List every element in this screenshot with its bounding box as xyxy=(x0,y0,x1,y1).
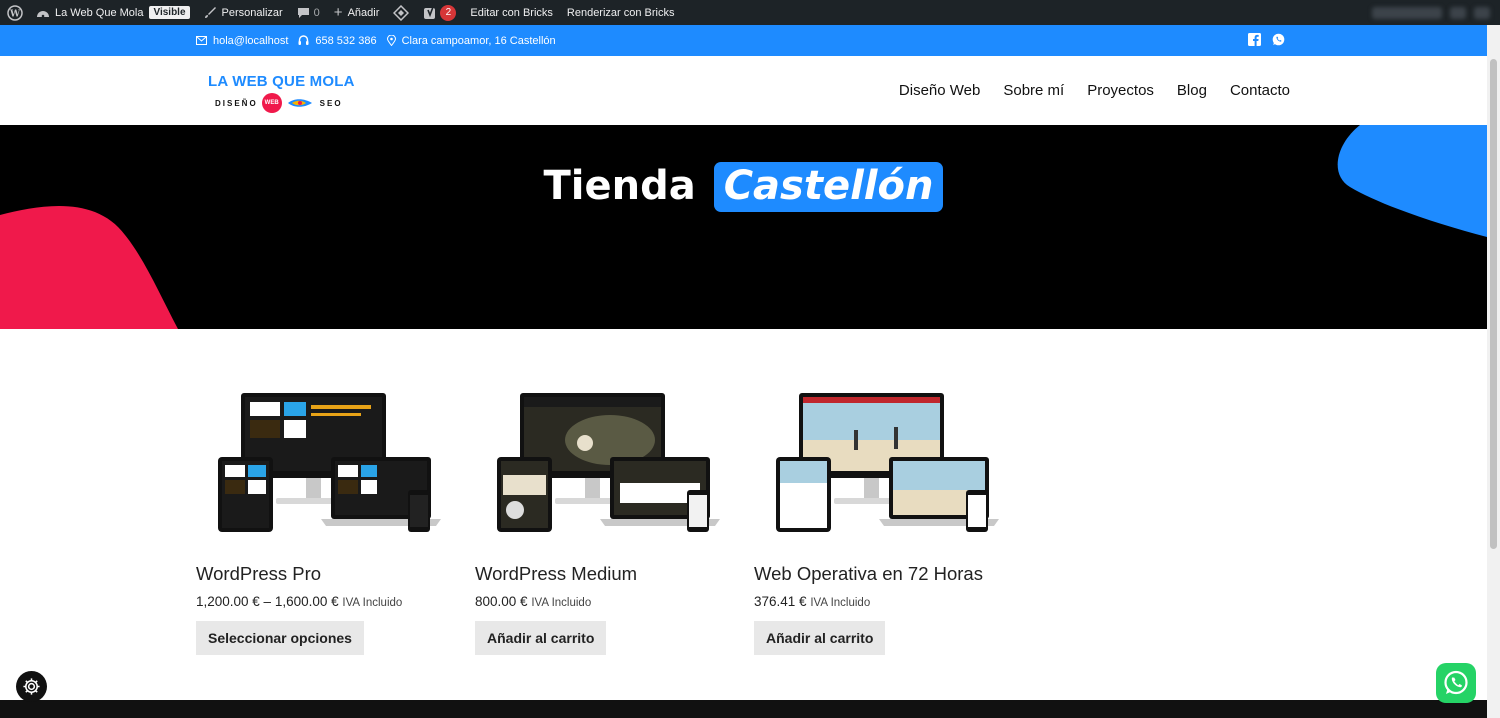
brush-icon xyxy=(204,7,216,18)
facebook-icon[interactable] xyxy=(1248,33,1261,46)
nav-item-sobre-mi[interactable]: Sobre mí xyxy=(1003,82,1064,99)
product-name[interactable]: Web Operativa en 72 Horas xyxy=(754,563,1004,585)
product-card: Web Operativa en 72 Horas 376.41 € IVA I… xyxy=(754,385,1004,655)
product-name[interactable]: WordPress Medium xyxy=(475,563,725,585)
main-navigation: Diseño Web Sobre mí Proyectos Blog Conta… xyxy=(899,56,1290,125)
customize-label: Personalizar xyxy=(221,6,283,19)
dashboard-icon xyxy=(37,10,49,17)
logo-web-badge: WEB xyxy=(261,93,282,113)
price-amount: 376.41 € xyxy=(754,594,807,609)
site-logo[interactable]: LA WEB QUE MOLA DISEÑO WEB SEO xyxy=(208,73,355,113)
whatsapp-small-icon[interactable] xyxy=(1272,33,1285,46)
customize-button[interactable]: Personalizar xyxy=(197,0,290,25)
bricks-diamond-icon xyxy=(393,4,410,21)
comments-count: 0 xyxy=(313,6,320,19)
headset-icon xyxy=(298,35,309,45)
page-title: Tienda Castellón xyxy=(0,162,1487,212)
select-options-button[interactable]: Seleccionar opciones xyxy=(196,621,364,655)
tax-note: IVA Incluido xyxy=(531,597,592,609)
map-pin-icon xyxy=(386,35,396,46)
cookie-settings-button[interactable] xyxy=(16,671,47,702)
phone-text: 658 532 386 xyxy=(315,34,377,47)
page-title-highlight: Castellón xyxy=(713,162,944,212)
product-image[interactable] xyxy=(475,385,725,540)
yoast-icon xyxy=(424,6,436,19)
plus-icon: + xyxy=(333,4,343,21)
product-card: WordPress Medium 800.00 € IVA Incluido A… xyxy=(475,385,725,655)
tax-note: IVA Incluido xyxy=(810,597,871,609)
nav-item-blog[interactable]: Blog xyxy=(1177,82,1207,99)
site-header: LA WEB QUE MOLA DISEÑO WEB SEO Diseño We… xyxy=(0,56,1487,125)
yoast-seo-menu[interactable]: 2 xyxy=(416,0,463,25)
account-menu[interactable] xyxy=(1372,6,1500,19)
product-image[interactable] xyxy=(196,385,446,540)
phone-contact[interactable]: 658 532 386 xyxy=(298,34,377,47)
page-scrollbar[interactable] xyxy=(1487,25,1500,718)
whatsapp-icon xyxy=(1444,670,1468,695)
nav-item-proyectos[interactable]: Proyectos xyxy=(1087,82,1154,99)
add-new-label: Añadir xyxy=(347,6,380,19)
redacted-avatar xyxy=(1450,6,1466,19)
visibility-badge: Visible xyxy=(149,6,190,19)
product-price: 376.41 € IVA Incluido xyxy=(754,594,1004,609)
contact-topbar: hola@localhost 658 532 386 Clara campoam… xyxy=(0,25,1487,56)
email-text: hola@localhost xyxy=(213,34,289,47)
add-new-button[interactable]: + Añadir xyxy=(327,0,387,25)
edit-with-bricks-link[interactable]: Editar con Bricks xyxy=(463,0,560,25)
hero-decorative-shapes xyxy=(0,125,1487,329)
price-amount: 800.00 € xyxy=(475,594,528,609)
page-title-plain: Tienda xyxy=(543,163,696,209)
yoast-notification-count: 2 xyxy=(440,4,457,21)
logo-subtitle: DISEÑO WEB SEO xyxy=(215,93,343,113)
whatsapp-chat-button[interactable] xyxy=(1436,663,1476,703)
product-name[interactable]: WordPress Pro xyxy=(196,563,446,585)
page-hero: Tienda Castellón xyxy=(0,125,1487,329)
bricks-menu-button[interactable] xyxy=(386,0,416,25)
scrollbar-thumb[interactable] xyxy=(1490,59,1497,549)
product-image[interactable] xyxy=(754,385,1004,540)
tax-note: IVA Incluido xyxy=(342,597,403,609)
site-name-menu[interactable]: La Web Que Mola Visible xyxy=(29,0,197,25)
logo-right-word: SEO xyxy=(319,98,343,108)
mail-icon xyxy=(196,36,207,45)
nav-item-diseno-web[interactable]: Diseño Web xyxy=(899,82,980,99)
render-with-bricks-link[interactable]: Renderizar con Bricks xyxy=(560,0,682,25)
wordpress-logo-icon[interactable]: W xyxy=(0,0,29,25)
wp-admin-bar: W La Web Que Mola Visible Personalizar 0… xyxy=(0,0,1500,25)
logo-title: LA WEB QUE MOLA xyxy=(208,73,355,90)
add-to-cart-button[interactable]: Añadir al carrito xyxy=(754,621,886,655)
comments-button[interactable]: 0 xyxy=(290,0,327,25)
redacted-icon xyxy=(1474,6,1490,19)
address-contact[interactable]: Clara campoamor, 16 Castellón xyxy=(386,34,556,47)
footer-strip xyxy=(0,700,1487,718)
site-name-label: La Web Que Mola xyxy=(55,6,144,19)
product-price: 1,200.00 € – 1,600.00 € IVA Incluido xyxy=(196,594,446,609)
logo-left-word: DISEÑO xyxy=(215,98,258,108)
comment-bubble-icon xyxy=(297,7,309,18)
product-price: 800.00 € IVA Incluido xyxy=(475,594,725,609)
add-to-cart-button[interactable]: Añadir al carrito xyxy=(475,621,607,655)
pink-blob-shape xyxy=(0,206,178,329)
nav-item-contacto[interactable]: Contacto xyxy=(1230,82,1290,99)
address-text: Clara campoamor, 16 Castellón xyxy=(401,34,556,47)
gear-icon xyxy=(23,678,40,695)
redacted-user-name xyxy=(1372,6,1442,19)
price-amount: 1,200.00 € – 1,600.00 € xyxy=(196,594,339,609)
rocket-icon xyxy=(287,99,312,107)
svg-text:W: W xyxy=(9,9,21,19)
product-card: WordPress Pro 1,200.00 € – 1,600.00 € IV… xyxy=(196,385,446,655)
email-contact[interactable]: hola@localhost xyxy=(196,35,288,47)
